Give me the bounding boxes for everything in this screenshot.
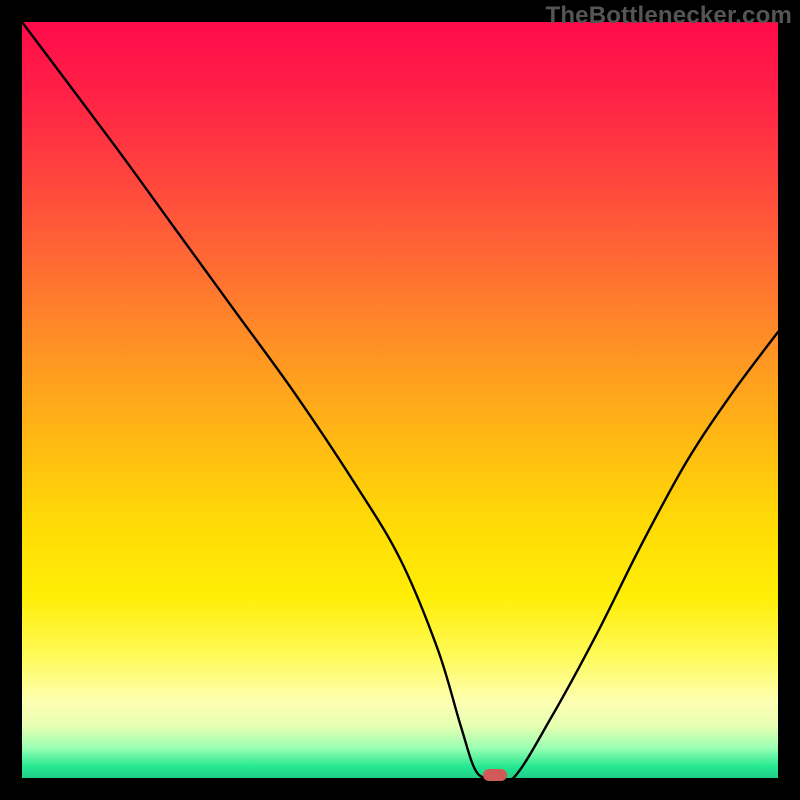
watermark-label: TheBottlenecker.com: [545, 2, 792, 29]
bottleneck-chart: TheBottlenecker.com: [0, 0, 800, 800]
optimum-marker: [483, 769, 507, 781]
watermark-text: TheBottlenecker.com: [545, 2, 792, 30]
plot-gradient-background: [22, 22, 778, 778]
